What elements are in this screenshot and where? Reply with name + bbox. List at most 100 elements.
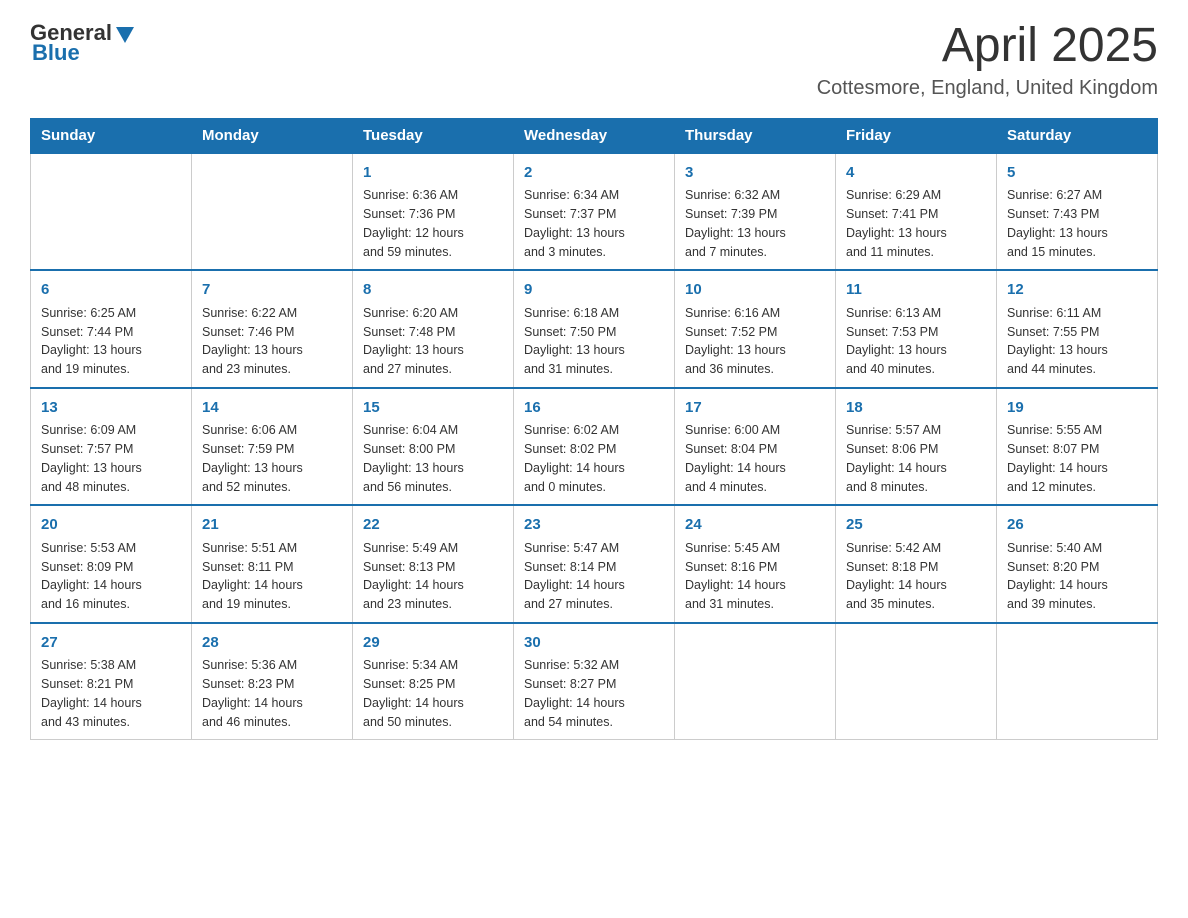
calendar-week-row: 6Sunrise: 6:25 AM Sunset: 7:44 PM Daylig…	[31, 270, 1158, 388]
day-number: 1	[363, 162, 503, 185]
day-number: 7	[202, 279, 342, 302]
days-of-week-row: SundayMondayTuesdayWednesdayThursdayFrid…	[31, 118, 1158, 153]
day-of-week-header: Tuesday	[353, 118, 514, 153]
page-header: General Blue April 2025 Cottesmore, Engl…	[30, 20, 1158, 100]
day-info: Sunrise: 6:06 AM Sunset: 7:59 PM Dayligh…	[202, 421, 342, 496]
calendar-cell: 16Sunrise: 6:02 AM Sunset: 8:02 PM Dayli…	[514, 388, 675, 506]
day-of-week-header: Friday	[836, 118, 997, 153]
logo: General Blue	[30, 20, 136, 66]
calendar-cell: 3Sunrise: 6:32 AM Sunset: 7:39 PM Daylig…	[675, 153, 836, 271]
calendar-cell: 28Sunrise: 5:36 AM Sunset: 8:23 PM Dayli…	[192, 623, 353, 740]
day-of-week-header: Sunday	[31, 118, 192, 153]
day-number: 15	[363, 397, 503, 420]
day-info: Sunrise: 5:49 AM Sunset: 8:13 PM Dayligh…	[363, 539, 503, 614]
calendar-cell: 2Sunrise: 6:34 AM Sunset: 7:37 PM Daylig…	[514, 153, 675, 271]
calendar-cell: 11Sunrise: 6:13 AM Sunset: 7:53 PM Dayli…	[836, 270, 997, 388]
day-number: 19	[1007, 397, 1147, 420]
calendar-cell: 19Sunrise: 5:55 AM Sunset: 8:07 PM Dayli…	[997, 388, 1158, 506]
day-info: Sunrise: 5:51 AM Sunset: 8:11 PM Dayligh…	[202, 539, 342, 614]
day-number: 2	[524, 162, 664, 185]
day-info: Sunrise: 6:18 AM Sunset: 7:50 PM Dayligh…	[524, 304, 664, 379]
calendar-cell: 26Sunrise: 5:40 AM Sunset: 8:20 PM Dayli…	[997, 505, 1158, 623]
day-number: 30	[524, 632, 664, 655]
day-of-week-header: Saturday	[997, 118, 1158, 153]
day-info: Sunrise: 6:02 AM Sunset: 8:02 PM Dayligh…	[524, 421, 664, 496]
calendar-cell: 25Sunrise: 5:42 AM Sunset: 8:18 PM Dayli…	[836, 505, 997, 623]
calendar-cell	[675, 623, 836, 740]
calendar-week-row: 20Sunrise: 5:53 AM Sunset: 8:09 PM Dayli…	[31, 505, 1158, 623]
calendar-cell: 27Sunrise: 5:38 AM Sunset: 8:21 PM Dayli…	[31, 623, 192, 740]
day-info: Sunrise: 6:27 AM Sunset: 7:43 PM Dayligh…	[1007, 186, 1147, 261]
day-number: 16	[524, 397, 664, 420]
day-number: 8	[363, 279, 503, 302]
day-number: 13	[41, 397, 181, 420]
day-number: 29	[363, 632, 503, 655]
calendar-cell: 23Sunrise: 5:47 AM Sunset: 8:14 PM Dayli…	[514, 505, 675, 623]
day-number: 25	[846, 514, 986, 537]
calendar-week-row: 27Sunrise: 5:38 AM Sunset: 8:21 PM Dayli…	[31, 623, 1158, 740]
day-info: Sunrise: 6:32 AM Sunset: 7:39 PM Dayligh…	[685, 186, 825, 261]
calendar-cell: 20Sunrise: 5:53 AM Sunset: 8:09 PM Dayli…	[31, 505, 192, 623]
day-number: 24	[685, 514, 825, 537]
calendar-cell: 5Sunrise: 6:27 AM Sunset: 7:43 PM Daylig…	[997, 153, 1158, 271]
logo-triangle-icon	[114, 23, 136, 45]
day-number: 27	[41, 632, 181, 655]
day-number: 23	[524, 514, 664, 537]
day-info: Sunrise: 6:36 AM Sunset: 7:36 PM Dayligh…	[363, 186, 503, 261]
day-number: 9	[524, 279, 664, 302]
calendar-cell: 22Sunrise: 5:49 AM Sunset: 8:13 PM Dayli…	[353, 505, 514, 623]
calendar-header: SundayMondayTuesdayWednesdayThursdayFrid…	[31, 118, 1158, 153]
calendar-cell: 13Sunrise: 6:09 AM Sunset: 7:57 PM Dayli…	[31, 388, 192, 506]
day-info: Sunrise: 6:34 AM Sunset: 7:37 PM Dayligh…	[524, 186, 664, 261]
calendar-cell: 14Sunrise: 6:06 AM Sunset: 7:59 PM Dayli…	[192, 388, 353, 506]
calendar-cell: 21Sunrise: 5:51 AM Sunset: 8:11 PM Dayli…	[192, 505, 353, 623]
calendar-cell	[836, 623, 997, 740]
calendar-cell: 1Sunrise: 6:36 AM Sunset: 7:36 PM Daylig…	[353, 153, 514, 271]
calendar-cell	[31, 153, 192, 271]
day-info: Sunrise: 6:25 AM Sunset: 7:44 PM Dayligh…	[41, 304, 181, 379]
day-number: 14	[202, 397, 342, 420]
calendar-week-row: 1Sunrise: 6:36 AM Sunset: 7:36 PM Daylig…	[31, 153, 1158, 271]
day-info: Sunrise: 5:57 AM Sunset: 8:06 PM Dayligh…	[846, 421, 986, 496]
day-info: Sunrise: 6:16 AM Sunset: 7:52 PM Dayligh…	[685, 304, 825, 379]
calendar-cell: 12Sunrise: 6:11 AM Sunset: 7:55 PM Dayli…	[997, 270, 1158, 388]
day-info: Sunrise: 6:04 AM Sunset: 8:00 PM Dayligh…	[363, 421, 503, 496]
day-number: 10	[685, 279, 825, 302]
calendar-cell: 7Sunrise: 6:22 AM Sunset: 7:46 PM Daylig…	[192, 270, 353, 388]
calendar-cell: 9Sunrise: 6:18 AM Sunset: 7:50 PM Daylig…	[514, 270, 675, 388]
logo-blue-text: Blue	[32, 40, 80, 66]
day-info: Sunrise: 5:40 AM Sunset: 8:20 PM Dayligh…	[1007, 539, 1147, 614]
calendar-cell: 29Sunrise: 5:34 AM Sunset: 8:25 PM Dayli…	[353, 623, 514, 740]
calendar-cell: 17Sunrise: 6:00 AM Sunset: 8:04 PM Dayli…	[675, 388, 836, 506]
day-of-week-header: Wednesday	[514, 118, 675, 153]
calendar-cell: 18Sunrise: 5:57 AM Sunset: 8:06 PM Dayli…	[836, 388, 997, 506]
day-info: Sunrise: 6:29 AM Sunset: 7:41 PM Dayligh…	[846, 186, 986, 261]
calendar-cell: 6Sunrise: 6:25 AM Sunset: 7:44 PM Daylig…	[31, 270, 192, 388]
calendar-cell	[192, 153, 353, 271]
day-number: 18	[846, 397, 986, 420]
calendar-cell: 8Sunrise: 6:20 AM Sunset: 7:48 PM Daylig…	[353, 270, 514, 388]
calendar-cell	[997, 623, 1158, 740]
day-info: Sunrise: 5:32 AM Sunset: 8:27 PM Dayligh…	[524, 656, 664, 731]
day-info: Sunrise: 5:38 AM Sunset: 8:21 PM Dayligh…	[41, 656, 181, 731]
calendar-cell: 30Sunrise: 5:32 AM Sunset: 8:27 PM Dayli…	[514, 623, 675, 740]
day-info: Sunrise: 6:11 AM Sunset: 7:55 PM Dayligh…	[1007, 304, 1147, 379]
day-info: Sunrise: 5:42 AM Sunset: 8:18 PM Dayligh…	[846, 539, 986, 614]
calendar-table: SundayMondayTuesdayWednesdayThursdayFrid…	[30, 118, 1158, 741]
page-subtitle: Cottesmore, England, United Kingdom	[817, 77, 1158, 100]
day-info: Sunrise: 6:09 AM Sunset: 7:57 PM Dayligh…	[41, 421, 181, 496]
day-number: 6	[41, 279, 181, 302]
day-number: 12	[1007, 279, 1147, 302]
day-of-week-header: Thursday	[675, 118, 836, 153]
day-number: 5	[1007, 162, 1147, 185]
title-block: April 2025 Cottesmore, England, United K…	[817, 20, 1158, 100]
day-info: Sunrise: 5:53 AM Sunset: 8:09 PM Dayligh…	[41, 539, 181, 614]
day-of-week-header: Monday	[192, 118, 353, 153]
day-number: 21	[202, 514, 342, 537]
day-info: Sunrise: 6:13 AM Sunset: 7:53 PM Dayligh…	[846, 304, 986, 379]
day-number: 28	[202, 632, 342, 655]
day-info: Sunrise: 6:22 AM Sunset: 7:46 PM Dayligh…	[202, 304, 342, 379]
day-number: 20	[41, 514, 181, 537]
day-number: 4	[846, 162, 986, 185]
day-info: Sunrise: 5:34 AM Sunset: 8:25 PM Dayligh…	[363, 656, 503, 731]
